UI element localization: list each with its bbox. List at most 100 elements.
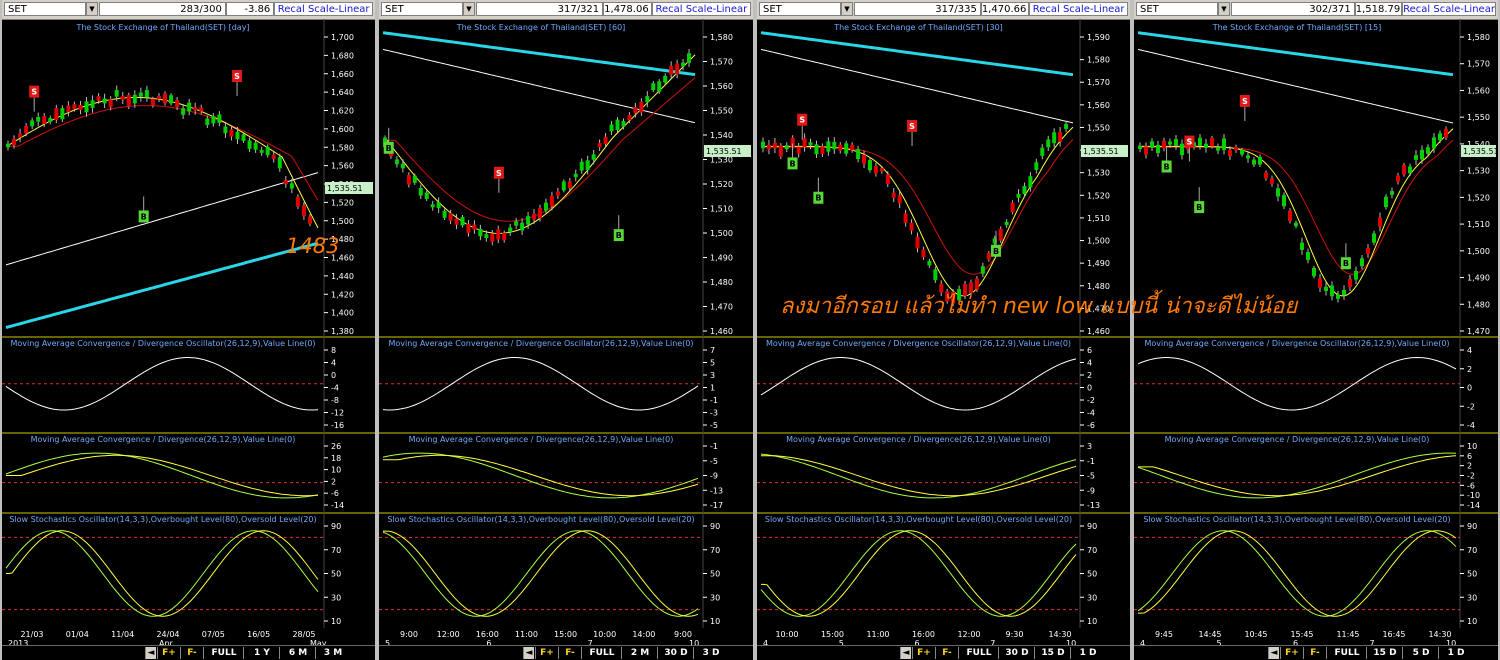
zoom-out-button[interactable]: F- [1303,647,1326,659]
macd-oscillator-tick-label: 2 [1467,365,1472,374]
svg-text:1,535.51: 1,535.51 [1083,147,1119,156]
macd-tick-label: -1 [710,442,718,451]
thai-comment-annotation: ลงมาอีกรอบ แล้วไม่ทำ new low แบบนี้ น่าจ… [780,294,1298,319]
last-price-tag: 1,535.51 [1081,145,1128,157]
price-tick-label: 1,580 [1087,56,1110,65]
period-button-1[interactable]: 2 M [621,647,658,659]
period-button-2[interactable]: 30 D [657,647,694,659]
period-button-2[interactable]: 6 M [279,647,316,659]
candle-down [879,168,884,172]
candle-up [1336,294,1340,299]
chart-canvas[interactable]: The Stock Exchange of Thailand(SET) [30]… [757,19,1130,646]
scroll-left-icon[interactable]: ◄ [900,647,911,659]
candle-up [508,227,513,233]
period-button-0[interactable]: FULL [958,647,999,659]
zoom-in-button[interactable]: F+ [157,647,180,659]
value-field: -3.86 [225,2,275,16]
candle-down [1270,178,1274,184]
symbol-dropdown-icon[interactable]: ▼ [86,2,98,16]
recal-scale-button[interactable]: Recal Scale-Linear [1402,2,1496,16]
candle-down [448,213,453,221]
candle-up [1138,145,1142,150]
symbol-field[interactable]: SET [759,2,841,16]
zoom-out-button[interactable]: F- [180,647,203,659]
chart-panel-15min[interactable]: SET ▼ 302/371 1,518.79 Recal Scale-Linear The… [1132,0,1500,660]
candle-up [1372,233,1376,243]
svg-text:B: B [993,247,999,256]
period-toolbar: ◄ F+ F- FULL 1 Y6 M3 M [2,645,375,660]
chart-panel-30min[interactable]: SET ▼ 317/335 1,470.66 Recal Scale-Linear The… [755,0,1132,660]
candle-up [784,145,789,150]
last-price-tag: 1,535.51 [1461,145,1498,157]
period-button-3[interactable]: 1 D [1438,647,1473,659]
symbol-dropdown-icon[interactable]: ▼ [463,2,475,16]
zoom-in-button[interactable]: F+ [535,647,558,659]
symbol-dropdown-icon[interactable]: ▼ [1218,2,1230,16]
zoom-out-button[interactable]: F- [558,647,581,659]
period-button-2[interactable]: 5 D [1402,647,1439,659]
period-button-1[interactable]: 15 D [1366,647,1403,659]
zoom-out-button[interactable]: F- [935,647,958,659]
macd-oscillator-tick-label: -2 [1087,396,1095,405]
macd-signal-line [6,454,319,497]
svg-text:1,535.51: 1,535.51 [706,147,742,156]
macd-oscillator-tick-label: 2 [1087,371,1092,380]
stochastics-d-line [761,530,1077,617]
chart-title: The Stock Exchange of Thailand(SET) [60] [456,23,626,32]
chart-canvas[interactable]: The Stock Exchange of Thailand(SET) [60]… [379,19,753,646]
candle-up [1252,159,1256,165]
candle-up [856,149,861,160]
date-tick-label: 16:45 [1382,630,1405,639]
svg-text:B: B [616,231,622,240]
period-button-2[interactable]: 15 D [1034,647,1071,659]
chart-panel-60min[interactable]: SET ▼ 317/321 1,478.06 Recal Scale-Linear The… [377,0,755,660]
candle-down [838,144,843,151]
date-tick-label: 16:00 [912,630,935,639]
period-button-0[interactable]: FULL [1326,647,1367,659]
symbol-field[interactable]: SET [4,2,86,16]
scroll-left-icon[interactable]: ◄ [145,647,156,659]
chart-canvas[interactable]: The Stock Exchange of Thailand(SET) [15]… [1134,19,1498,646]
sell-signal-marker: S [907,119,918,146]
candle-down [897,195,902,204]
symbol-field[interactable]: SET [1136,2,1218,16]
scroll-left-icon[interactable]: ◄ [1268,647,1279,659]
stochastics-tick-label: 90 [710,522,720,531]
zoom-in-button[interactable]: F+ [912,647,935,659]
recal-scale-button[interactable]: Recal Scale-Linear [1029,2,1128,16]
chart-canvas[interactable]: The Stock Exchange of Thailand(SET) [day… [2,19,375,646]
recal-scale-button[interactable]: Recal Scale-Linear [651,2,751,16]
price-tick-label: 1,490 [710,254,733,263]
candle-up [1156,144,1160,154]
macd-oscillator-tick-label: 3 [710,371,715,380]
svg-text:B: B [1196,203,1202,212]
candle-down [18,133,23,138]
period-button-3[interactable]: 3 D [693,647,728,659]
candle-up [253,142,258,150]
period-button-3[interactable]: 3 M [315,647,350,659]
macd-oscillator-title: Moving Average Convergence / Divergence … [1144,339,1449,348]
long-moving-average-line [5,241,319,329]
stochastics-title: Slow Stochastics Oscillator(14,3,3),Over… [1143,515,1450,524]
period-button-0[interactable]: FULL [581,647,622,659]
period-button-1[interactable]: 1 Y [243,647,280,659]
candle-up [1174,139,1178,146]
candle-up [30,120,35,127]
candle-up [1360,258,1364,267]
symbol-field[interactable]: SET [381,2,463,16]
fast-moving-average-line [761,126,1074,297]
zoom-in-button[interactable]: F+ [1280,647,1303,659]
scroll-left-icon[interactable]: ◄ [523,647,534,659]
sell-signal-marker: S [1239,95,1250,121]
candle-down [597,143,602,148]
period-button-1[interactable]: 30 D [998,647,1035,659]
chart-panel-day[interactable]: SET ▼ 283/300 -3.86 Recal Scale-Linear The St… [0,0,377,660]
symbol-dropdown-icon[interactable]: ▼ [841,2,853,16]
price-tick-label: 1,540 [710,131,733,140]
recal-scale-button[interactable]: Recal Scale-Linear [274,2,373,16]
period-button-0[interactable]: FULL [203,647,244,659]
candle-down [199,107,204,112]
period-button-3[interactable]: 1 D [1070,647,1105,659]
candle-down [108,99,113,108]
mid-moving-average-line [761,139,1074,275]
